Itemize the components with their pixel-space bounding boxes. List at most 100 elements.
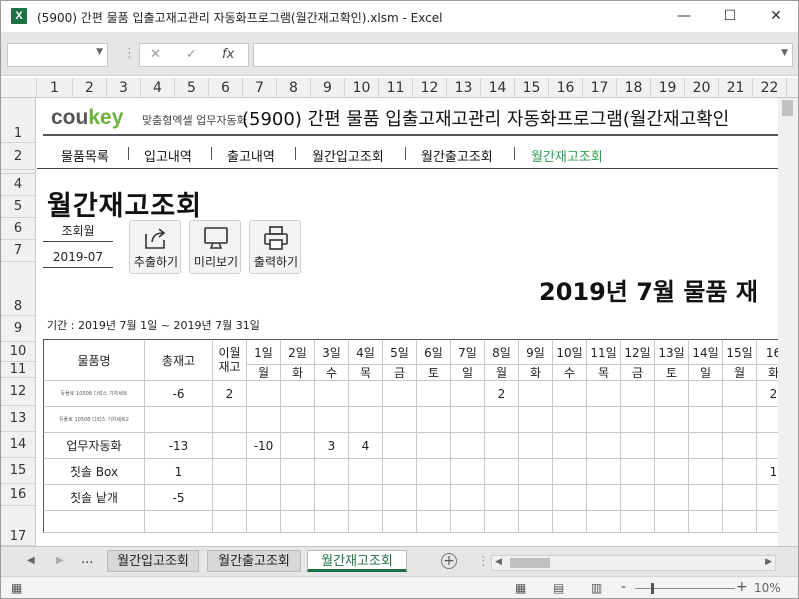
day-stock-cell[interactable]: [723, 511, 757, 533]
day-stock-cell[interactable]: [689, 407, 723, 433]
day-stock-cell[interactable]: [485, 433, 519, 459]
day-stock-cell[interactable]: [281, 407, 315, 433]
item-name-cell[interactable]: 칫솔 낱개: [43, 485, 145, 511]
day-stock-cell[interactable]: [655, 511, 689, 533]
nav-item-monthly-inbound[interactable]: 월간입고조회: [312, 146, 384, 165]
column-header-15[interactable]: 15: [515, 78, 549, 97]
day-stock-cell[interactable]: [315, 407, 349, 433]
column-header-18[interactable]: 18: [617, 78, 651, 97]
sheet-tab-monthly-outbound[interactable]: 월간출고조회: [207, 550, 301, 572]
carryover-cell[interactable]: [213, 511, 247, 533]
item-name-cell[interactable]: 듀플로 10508 디럭스 기차세트2: [43, 407, 145, 433]
row-header-14[interactable]: 14: [1, 432, 35, 458]
row-header-7[interactable]: 7: [1, 240, 35, 262]
day-stock-cell[interactable]: [485, 511, 519, 533]
day-stock-cell[interactable]: [451, 433, 485, 459]
column-header-22[interactable]: 22: [753, 78, 787, 97]
expand-formula-icon[interactable]: ▼: [781, 48, 788, 58]
day-stock-cell[interactable]: [451, 485, 485, 511]
row-header-15[interactable]: 15: [1, 458, 35, 484]
day-stock-cell[interactable]: [485, 459, 519, 485]
insert-function-icon[interactable]: fx: [222, 47, 234, 62]
column-header-10[interactable]: 10: [345, 78, 379, 97]
worksheet[interactable]: coukey 맞춤형엑셀 업무자동화 (5900) 간편 물품 입출고재고관리 …: [37, 98, 778, 546]
column-header-16[interactable]: 16: [549, 78, 583, 97]
day-stock-cell[interactable]: [281, 511, 315, 533]
total-stock-cell[interactable]: [145, 511, 213, 533]
day-stock-cell[interactable]: 3: [315, 433, 349, 459]
horizontal-scroll-thumb[interactable]: [510, 558, 550, 568]
day-stock-cell[interactable]: [349, 485, 383, 511]
total-stock-cell[interactable]: -5: [145, 485, 213, 511]
row-header-11[interactable]: 11: [1, 362, 35, 378]
carryover-cell[interactable]: [213, 433, 247, 459]
day-stock-cell[interactable]: [451, 407, 485, 433]
column-header-4[interactable]: 4: [141, 78, 175, 97]
day-stock-cell[interactable]: [417, 485, 451, 511]
total-stock-cell[interactable]: [145, 407, 213, 433]
carryover-cell[interactable]: [213, 485, 247, 511]
row-header-4[interactable]: 4: [1, 174, 35, 196]
day-stock-cell[interactable]: [383, 485, 417, 511]
row-header-16[interactable]: 16: [1, 484, 35, 506]
column-header-9[interactable]: 9: [311, 78, 345, 97]
day-stock-cell[interactable]: [587, 511, 621, 533]
column-header-2[interactable]: 2: [787, 78, 798, 97]
row-header-13[interactable]: 13: [1, 406, 35, 432]
carryover-cell[interactable]: [213, 407, 247, 433]
column-header-12[interactable]: 12: [413, 78, 447, 97]
day-stock-cell[interactable]: [621, 433, 655, 459]
column-header-13[interactable]: 13: [447, 78, 481, 97]
day-stock-cell[interactable]: [621, 407, 655, 433]
day-stock-cell[interactable]: [519, 459, 553, 485]
sheet-tab-monthly-stock[interactable]: 월간재고조회: [307, 550, 407, 572]
day-stock-cell[interactable]: [723, 433, 757, 459]
day-stock-cell[interactable]: [621, 381, 655, 407]
normal-view-icon[interactable]: ▦: [515, 581, 526, 595]
day-stock-cell[interactable]: [519, 485, 553, 511]
row-header-5[interactable]: 5: [1, 196, 35, 218]
day-stock-cell[interactable]: -10: [247, 433, 281, 459]
more-sheets-button[interactable]: ...: [81, 552, 93, 567]
nav-item-monthly-stock[interactable]: 월간재고조회: [531, 146, 603, 165]
day-stock-cell[interactable]: [281, 381, 315, 407]
day-stock-cell[interactable]: [383, 407, 417, 433]
column-header-11[interactable]: 11: [379, 78, 413, 97]
day-stock-cell[interactable]: [417, 407, 451, 433]
day-stock-cell[interactable]: [553, 485, 587, 511]
day-stock-cell[interactable]: 2: [485, 381, 519, 407]
name-box[interactable]: ▼: [7, 43, 108, 67]
total-stock-cell[interactable]: -6: [145, 381, 213, 407]
column-header-1[interactable]: 1: [37, 78, 73, 97]
column-header-17[interactable]: 17: [583, 78, 617, 97]
formula-input[interactable]: ▼: [253, 43, 793, 67]
row-header-17[interactable]: 17: [1, 506, 35, 546]
item-name-cell[interactable]: [43, 511, 145, 533]
page-layout-view-icon[interactable]: ▤: [553, 581, 564, 595]
nav-item-outbound[interactable]: 출고내역: [227, 146, 275, 165]
day-stock-cell[interactable]: [451, 459, 485, 485]
item-name-cell[interactable]: 듀플로 10508 디럭스 기차세트: [43, 381, 145, 407]
query-month-input[interactable]: 2019-07: [43, 246, 113, 268]
zoom-level[interactable]: 10%: [754, 581, 781, 595]
day-stock-cell[interactable]: [281, 485, 315, 511]
nav-item-products[interactable]: 물품목록: [61, 146, 109, 165]
tab-splitter-icon[interactable]: ⋮: [477, 554, 490, 569]
day-stock-cell[interactable]: [247, 511, 281, 533]
zoom-slider[interactable]: [635, 588, 735, 589]
day-stock-cell[interactable]: [553, 407, 587, 433]
minimize-button[interactable]: —: [661, 1, 707, 32]
row-header-2[interactable]: 2: [1, 143, 35, 170]
day-stock-cell[interactable]: [655, 485, 689, 511]
day-stock-cell[interactable]: [757, 511, 778, 533]
day-stock-cell[interactable]: [485, 485, 519, 511]
day-stock-cell[interactable]: [349, 459, 383, 485]
sheet-tab-monthly-inbound[interactable]: 월간입고조회: [107, 550, 199, 572]
day-stock-cell[interactable]: [587, 485, 621, 511]
select-all-corner[interactable]: [1, 78, 37, 97]
day-stock-cell[interactable]: [757, 485, 778, 511]
nav-item-inbound[interactable]: 입고내역: [144, 146, 192, 165]
day-stock-cell[interactable]: [247, 485, 281, 511]
day-stock-cell[interactable]: [315, 511, 349, 533]
day-stock-cell[interactable]: [417, 459, 451, 485]
